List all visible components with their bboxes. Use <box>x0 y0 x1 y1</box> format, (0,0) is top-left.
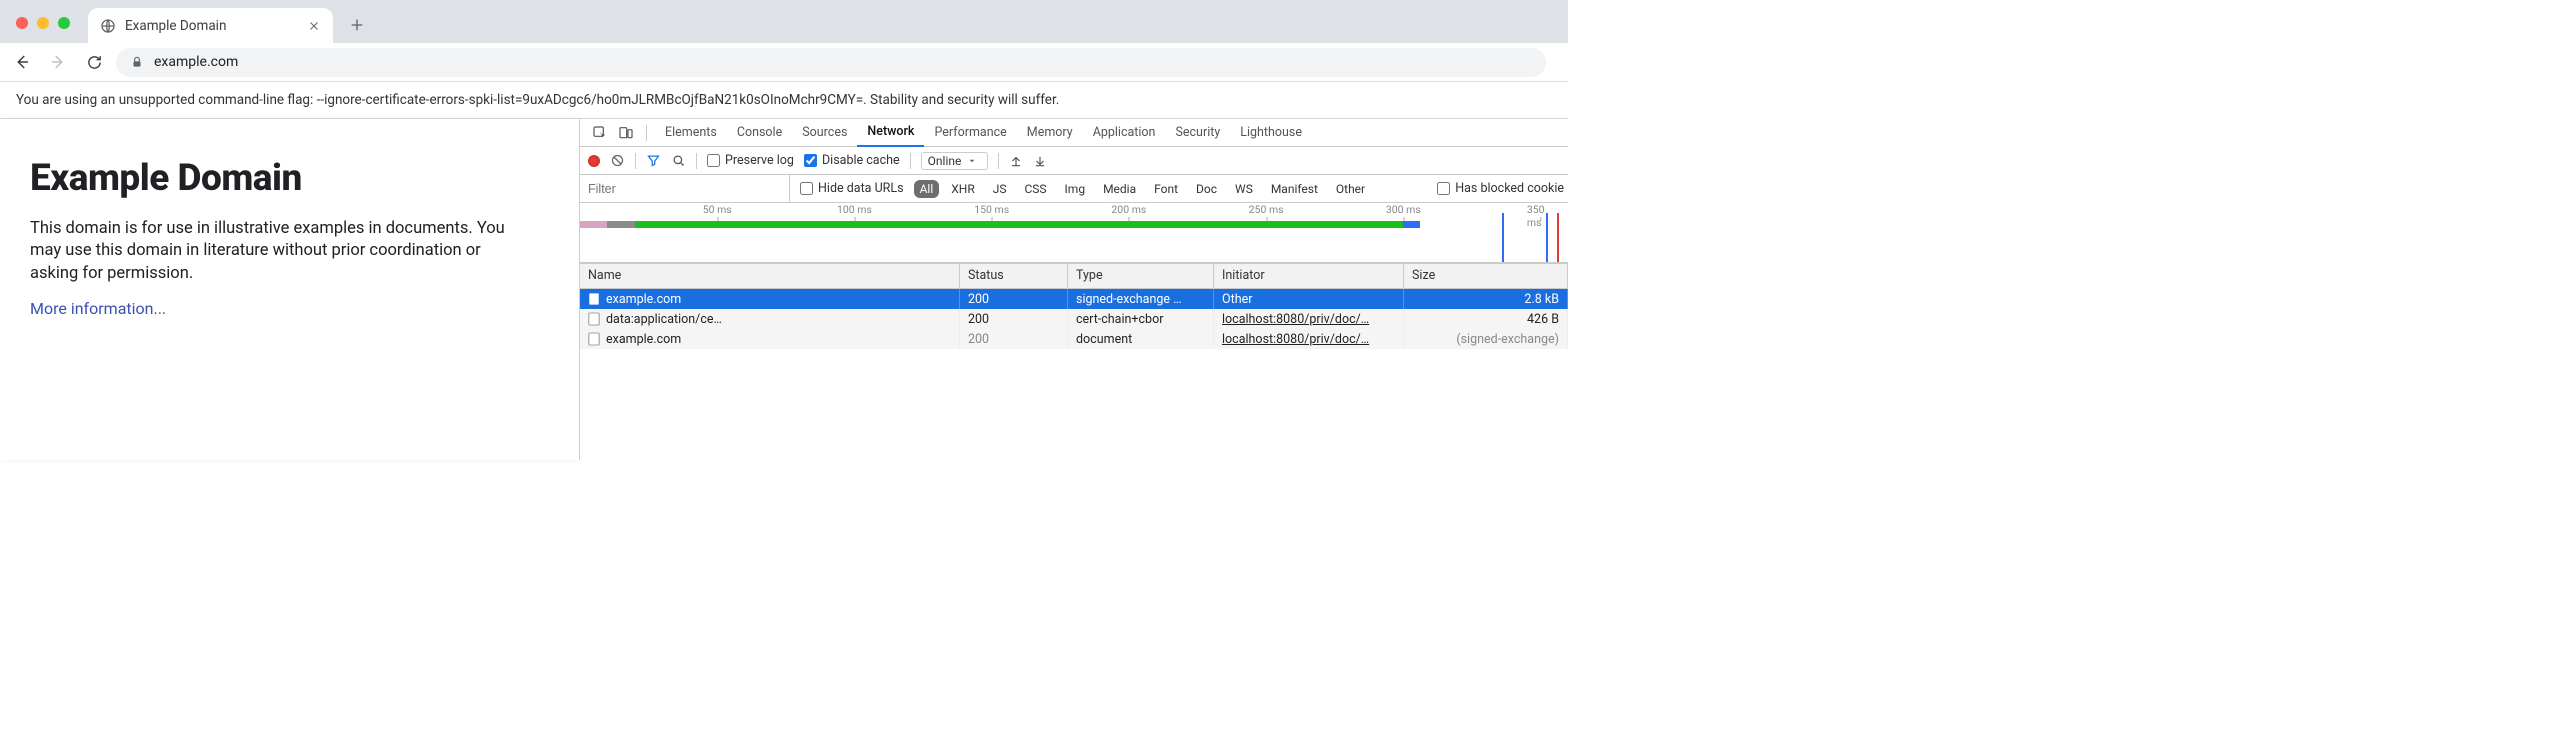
close-window-button[interactable] <box>16 17 28 29</box>
preserve-log-checkbox[interactable]: Preserve log <box>707 153 794 168</box>
devtools-tab-sources[interactable]: Sources <box>792 119 857 147</box>
device-toolbar-icon[interactable] <box>614 121 638 145</box>
throttling-select[interactable]: Online <box>921 152 989 170</box>
devtools-tab-lighthouse[interactable]: Lighthouse <box>1230 119 1312 147</box>
reload-button[interactable] <box>80 48 108 76</box>
page-paragraph: This domain is for use in illustrative e… <box>30 218 510 285</box>
lock-icon <box>130 55 144 69</box>
cell-size: (signed-exchange) <box>1404 329 1568 349</box>
has-blocked-cookies-checkbox[interactable]: Has blocked cookie <box>1437 181 1568 196</box>
table-row[interactable]: example.com200documentlocalhost:8080/pri… <box>580 329 1568 349</box>
disable-cache-label: Disable cache <box>822 153 900 168</box>
cell-initiator: Other <box>1214 289 1404 309</box>
filter-type-xhr[interactable]: XHR <box>945 180 980 198</box>
hide-data-urls-checkbox[interactable]: Hide data URLs <box>800 181 904 196</box>
back-button[interactable] <box>8 48 36 76</box>
preserve-log-label: Preserve log <box>725 153 794 168</box>
column-type[interactable]: Type <box>1068 264 1214 288</box>
filter-type-doc[interactable]: Doc <box>1190 180 1223 198</box>
download-har-icon[interactable] <box>1033 154 1047 168</box>
cell-name: example.com <box>580 329 960 349</box>
devtools-tab-elements[interactable]: Elements <box>655 119 727 147</box>
cell-type: document <box>1068 329 1214 349</box>
cell-size: 426 B <box>1404 309 1568 329</box>
devtools-tab-console[interactable]: Console <box>727 119 792 147</box>
filter-type-ws[interactable]: WS <box>1229 180 1259 198</box>
cell-status: 200 <box>960 289 1068 309</box>
filter-icon[interactable] <box>646 153 661 168</box>
browser-tab-strip: Example Domain <box>0 0 1568 43</box>
clear-icon[interactable] <box>610 153 625 168</box>
minimize-window-button[interactable] <box>37 17 49 29</box>
filter-type-img[interactable]: Img <box>1059 180 1092 198</box>
disable-cache-checkbox[interactable]: Disable cache <box>804 153 900 168</box>
window-controls <box>8 17 84 43</box>
cell-type: cert-chain+cbor <box>1068 309 1214 329</box>
table-header: NameStatusTypeInitiatorSize <box>580 263 1568 289</box>
devtools-tab-memory[interactable]: Memory <box>1017 119 1083 147</box>
chevron-down-icon <box>963 156 981 166</box>
timeline-marker <box>1502 213 1504 262</box>
throttle-value: Online <box>928 154 962 168</box>
network-filterbar: Hide data URLs All XHR JS CSS Img Media Font Do… <box>580 175 1568 203</box>
devtools-tab-performance[interactable]: Performance <box>924 119 1016 147</box>
devtools-tab-security[interactable]: Security <box>1165 119 1230 147</box>
filter-type-all[interactable]: All <box>914 180 940 198</box>
rendered-page: Example Domain This domain is for use in… <box>0 119 580 460</box>
timeline-marker <box>1557 213 1559 262</box>
filter-type-font[interactable]: Font <box>1148 180 1184 198</box>
blocked-cookies-label: Has blocked cookie <box>1455 181 1564 196</box>
inspect-element-icon[interactable] <box>588 121 612 145</box>
network-table: NameStatusTypeInitiatorSize example.com2… <box>580 263 1568 460</box>
search-icon[interactable] <box>671 153 686 168</box>
filter-type-css[interactable]: CSS <box>1018 180 1052 198</box>
filter-type-manifest[interactable]: Manifest <box>1265 180 1324 198</box>
hide-data-urls-label: Hide data URLs <box>818 181 904 196</box>
network-timeline[interactable]: 50 ms100 ms150 ms200 ms250 ms300 ms350 m… <box>580 203 1568 263</box>
column-name[interactable]: Name <box>580 264 960 288</box>
column-status[interactable]: Status <box>960 264 1068 288</box>
devtools-tab-network[interactable]: Network <box>857 119 924 147</box>
cell-type: signed-exchange … <box>1068 289 1214 309</box>
upload-har-icon[interactable] <box>1009 154 1023 168</box>
infobar-warning: You are using an unsupported command-lin… <box>0 82 1568 119</box>
browser-toolbar: example.com <box>0 43 1568 82</box>
timeline-marker <box>1546 213 1548 262</box>
devtools-tabbar: ElementsConsoleSourcesNetworkPerformance… <box>580 119 1568 147</box>
zoom-window-button[interactable] <box>58 17 70 29</box>
filter-type-media[interactable]: Media <box>1097 180 1142 198</box>
network-toolbar: Preserve log Disable cache Online <box>580 147 1568 175</box>
devtools-tab-application[interactable]: Application <box>1083 119 1166 147</box>
cell-size: 2.8 kB <box>1404 289 1568 309</box>
page-heading: Example Domain <box>30 157 549 200</box>
cell-initiator[interactable]: localhost:8080/priv/doc/… <box>1214 329 1404 349</box>
filter-type-other[interactable]: Other <box>1330 180 1371 198</box>
column-initiator[interactable]: Initiator <box>1214 264 1404 288</box>
forward-button[interactable] <box>44 48 72 76</box>
filter-input[interactable] <box>580 175 790 202</box>
cell-status: 200 <box>960 309 1068 329</box>
content-split: Example Domain This domain is for use in… <box>0 119 1568 460</box>
close-tab-button[interactable] <box>307 19 321 33</box>
browser-tab[interactable]: Example Domain <box>88 8 333 43</box>
devtools-panel: ElementsConsoleSourcesNetworkPerformance… <box>580 119 1568 460</box>
table-row[interactable]: example.com200signed-exchange …Other2.8 … <box>580 289 1568 309</box>
filter-type-js[interactable]: JS <box>987 180 1013 198</box>
cell-initiator[interactable]: localhost:8080/priv/doc/… <box>1214 309 1404 329</box>
cell-name: data:application/ce… <box>580 309 960 329</box>
column-size[interactable]: Size <box>1404 264 1568 288</box>
tab-title: Example Domain <box>125 18 298 34</box>
table-row[interactable]: data:application/ce…200cert-chain+cborlo… <box>580 309 1568 329</box>
globe-icon <box>100 18 116 34</box>
cell-name: example.com <box>580 289 960 309</box>
new-tab-button[interactable] <box>343 11 371 39</box>
address-bar[interactable]: example.com <box>116 48 1546 77</box>
url-text: example.com <box>154 54 238 70</box>
record-button[interactable] <box>588 155 600 167</box>
cell-status: 200 <box>960 329 1068 349</box>
more-info-link[interactable]: More information... <box>30 299 166 318</box>
